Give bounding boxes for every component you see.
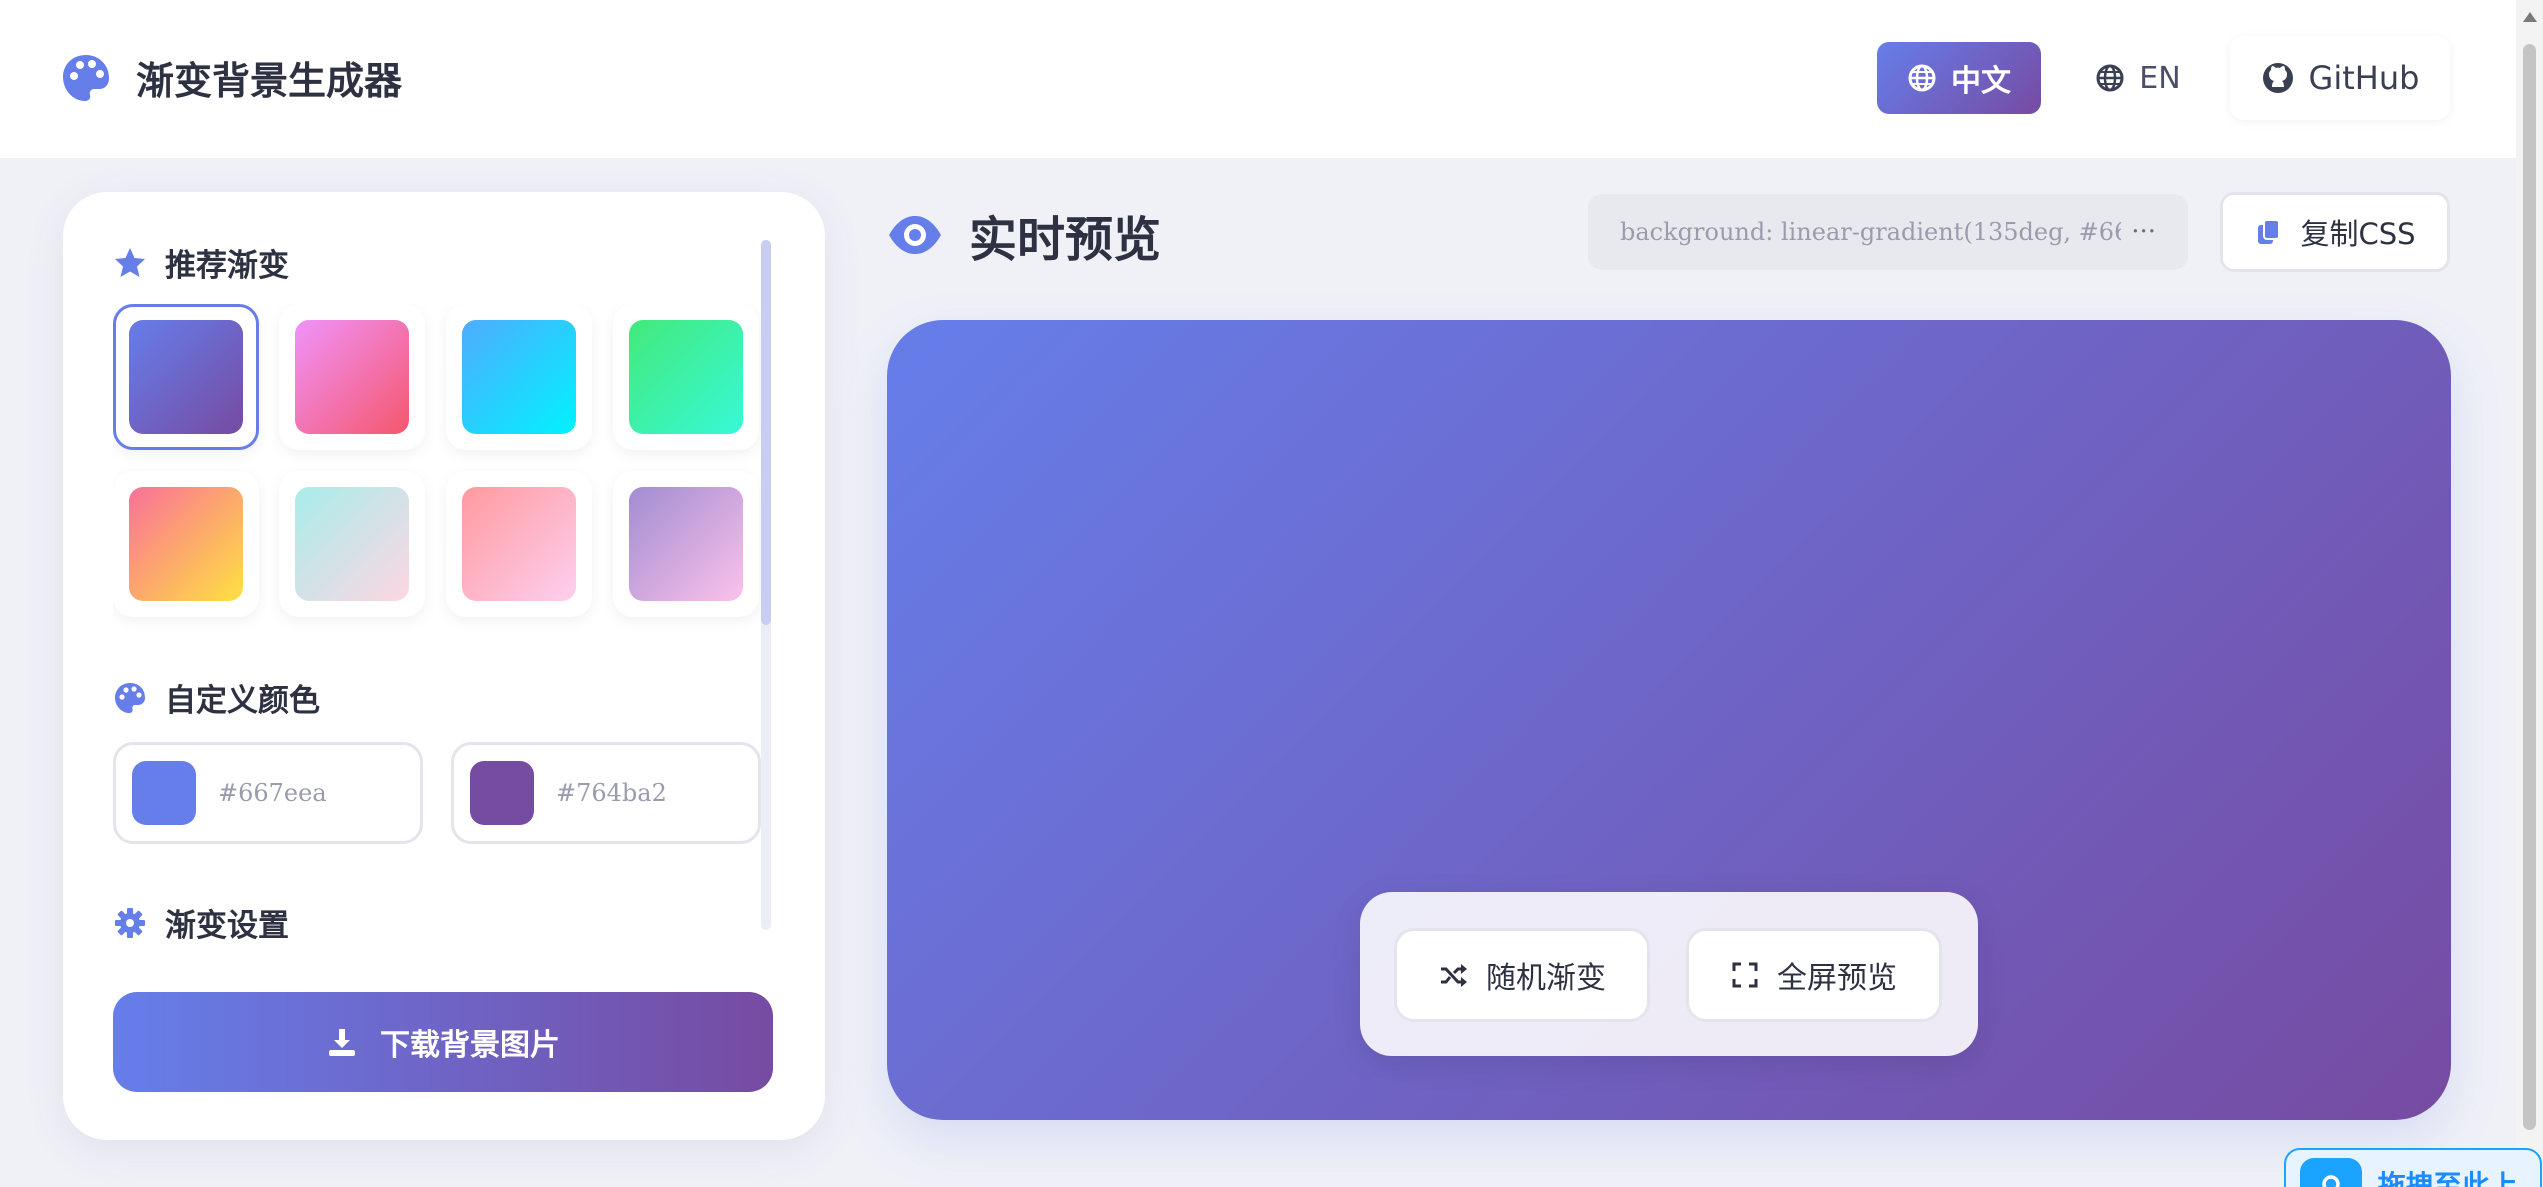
custom-color-heading: 自定义颜色 [113,675,320,720]
color-swatch-end[interactable] [470,761,534,825]
star-icon [115,247,145,277]
gradient-preview[interactable]: 随机渐变 全屏预览 [887,320,2451,1120]
random-gradient-label: 随机渐变 [1486,961,1606,996]
settings-heading: 渐变设置 [113,900,289,945]
css-code-text: background: linear-gradient(135deg, #667… [1620,218,2121,246]
page-scroll-thumb[interactable] [2523,44,2536,1130]
upload-label: 拖拽至此上传 [2377,1169,2518,1187]
more-icon: ··· [2131,217,2156,247]
fullscreen-label: 全屏预览 [1777,961,1897,996]
panel-scrollbar[interactable] [761,240,771,930]
color-value-start[interactable]: #667eea [218,779,327,807]
preset-grid [113,304,771,814]
globe-icon [1908,64,1936,92]
copy-css-label: 复制CSS [2300,217,2416,251]
lang-en-label: EN [2139,60,2181,96]
download-button[interactable]: 下载背景图片 [113,992,773,1092]
preset-swatch [629,320,743,434]
gear-icon [115,907,145,938]
preview-title: 实时预览 [969,212,1162,268]
app-title: 渐变背景生成器 [136,59,403,103]
presets-title: 推荐渐变 [165,248,289,284]
css-code-display[interactable]: background: linear-gradient(135deg, #667… [1588,194,2188,270]
preset-item[interactable] [446,304,592,450]
page-scrollbar[interactable] [2516,0,2543,1187]
settings-panel: 推荐渐变 自定义颜色 #667eea #764ba2 渐变设置 下载背景图片 [63,192,825,1140]
palette-icon [63,54,109,101]
upload-icon [2300,1158,2362,1187]
eye-icon [889,216,941,254]
panel-scroll-thumb[interactable] [761,240,771,625]
color-picker-end[interactable]: #764ba2 [451,742,761,844]
preview-heading: 实时预览 [887,200,1161,270]
palette-icon [115,682,145,713]
app-header: 渐变背景生成器 中文 EN GitHub [0,0,2516,158]
preview-controls: 随机渐变 全屏预览 [1360,892,1978,1056]
color-picker-start[interactable]: #667eea [113,742,423,844]
preset-item[interactable] [113,471,259,617]
globe-icon [2096,64,2124,92]
lang-zh-label: 中文 [1951,64,2011,99]
shuffle-icon [1441,964,1467,987]
color-value-end[interactable]: #764ba2 [556,779,667,807]
copy-icon [2258,219,2281,244]
preset-swatch [629,487,743,601]
preset-item[interactable] [446,471,592,617]
github-button[interactable]: GitHub [2230,36,2450,120]
presets-heading: 推荐渐变 [113,240,289,285]
scroll-up-arrow-icon[interactable] [2523,12,2537,22]
fullscreen-button[interactable]: 全屏预览 [1686,928,1942,1022]
preset-swatch [295,487,409,601]
copy-css-button[interactable]: 复制CSS [2220,192,2450,272]
settings-title: 渐变设置 [165,908,289,944]
random-gradient-button[interactable]: 随机渐变 [1394,928,1650,1022]
preset-swatch [462,320,576,434]
brand: 渐变背景生成器 [60,50,402,105]
preset-item[interactable] [279,471,425,617]
expand-icon [1732,962,1758,988]
preset-swatch [129,320,243,434]
download-icon [329,1029,355,1056]
preset-item[interactable] [113,304,259,450]
download-label: 下载背景图片 [380,1028,560,1063]
lang-en-button[interactable]: EN [2058,42,2218,114]
preset-swatch [295,320,409,434]
preset-swatch [129,487,243,601]
preset-item[interactable] [279,304,425,450]
preset-swatch [462,487,576,601]
preset-item[interactable] [613,304,759,450]
lang-zh-button[interactable]: 中文 [1877,42,2041,114]
preset-item[interactable] [613,471,759,617]
upload-dropzone[interactable]: 拖拽至此上传 [2284,1148,2542,1187]
github-label: GitHub [2308,59,2420,97]
color-swatch-start[interactable] [132,761,196,825]
github-icon [2262,63,2293,93]
custom-color-title: 自定义颜色 [165,683,320,719]
